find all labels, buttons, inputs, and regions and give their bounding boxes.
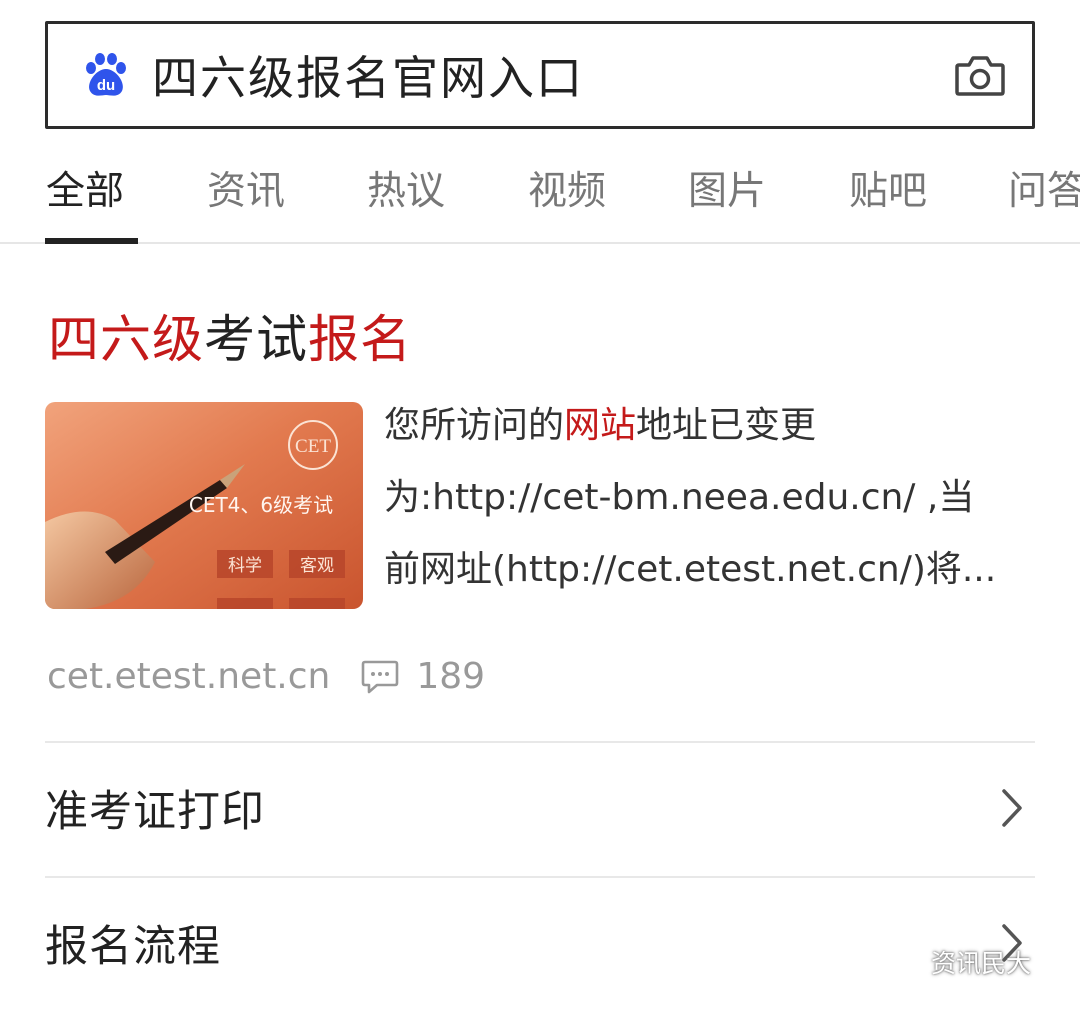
tab-tieba[interactable]: 贴吧 (849, 160, 927, 216)
tab-images[interactable]: 图片 (688, 160, 766, 216)
baidu-paw-icon: du (82, 51, 130, 99)
watermark-text: 资讯民大 (931, 949, 1032, 978)
tab-news[interactable]: 资讯 (207, 160, 285, 216)
link-label-admission-ticket: 准考证打印 (45, 787, 265, 837)
result-source-url[interactable]: cet.etest.net.cn (47, 656, 330, 697)
result-snippet[interactable]: 您所访问的网站地址已变更 为:http://cet-bm.neea.edu.cn… (384, 390, 1044, 606)
thumbnail-tag-1: 科学 (228, 556, 262, 576)
snippet-line-3: 前网址(http://cet.etest.net.cn/)将... (384, 549, 997, 590)
link-label-registration-process: 报名流程 (45, 922, 221, 972)
snippet-line-2: 为:http://cet-bm.neea.edu.cn/ ,当 (384, 477, 975, 518)
comment-count[interactable]: 189 (416, 656, 485, 697)
wechat-watermark: 资讯民大 (875, 944, 1031, 980)
chevron-right-icon (997, 786, 1027, 830)
result-tabs: 全部 资讯 热议 视频 图片 贴吧 问答 (0, 140, 1080, 244)
result-meta: cet.etest.net.cn 189 (47, 650, 485, 702)
title-highlight-1: 四六级 (48, 311, 205, 370)
comment-bubble-icon[interactable] (360, 656, 400, 696)
link-admission-ticket[interactable]: 准考证打印 (45, 742, 1035, 874)
title-plain: 考试 (204, 311, 309, 370)
active-tab-indicator (45, 238, 138, 244)
search-bar[interactable]: du 四六级报名官网入口 (45, 21, 1035, 129)
thumbnail-tag-2: 客观 (300, 556, 334, 576)
tab-all[interactable]: 全部 (46, 160, 124, 216)
search-input[interactable]: 四六级报名官网入口 (152, 42, 954, 108)
tab-video[interactable]: 视频 (528, 160, 606, 216)
tab-qa[interactable]: 问答 (1008, 160, 1080, 216)
snippet-line-1: 您所访问的网站地址已变更 (384, 405, 817, 446)
result-title[interactable]: 四六级考试报名 (48, 298, 412, 372)
link-registration-process[interactable]: 报名流程 (45, 877, 1035, 1009)
title-highlight-2: 报名 (308, 311, 413, 370)
result-thumbnail[interactable]: CET CET4、6级考试 科学 客观 (45, 402, 363, 609)
cet-seal-text: CET (295, 436, 331, 457)
camera-icon[interactable] (954, 51, 1006, 99)
snippet-highlight: 网站 (564, 405, 637, 446)
tab-discussion[interactable]: 热议 (367, 160, 445, 216)
thumbnail-caption: CET4、6级考试 (189, 493, 333, 517)
baidu-logo-text: du (97, 77, 115, 94)
wechat-icon (875, 945, 925, 979)
